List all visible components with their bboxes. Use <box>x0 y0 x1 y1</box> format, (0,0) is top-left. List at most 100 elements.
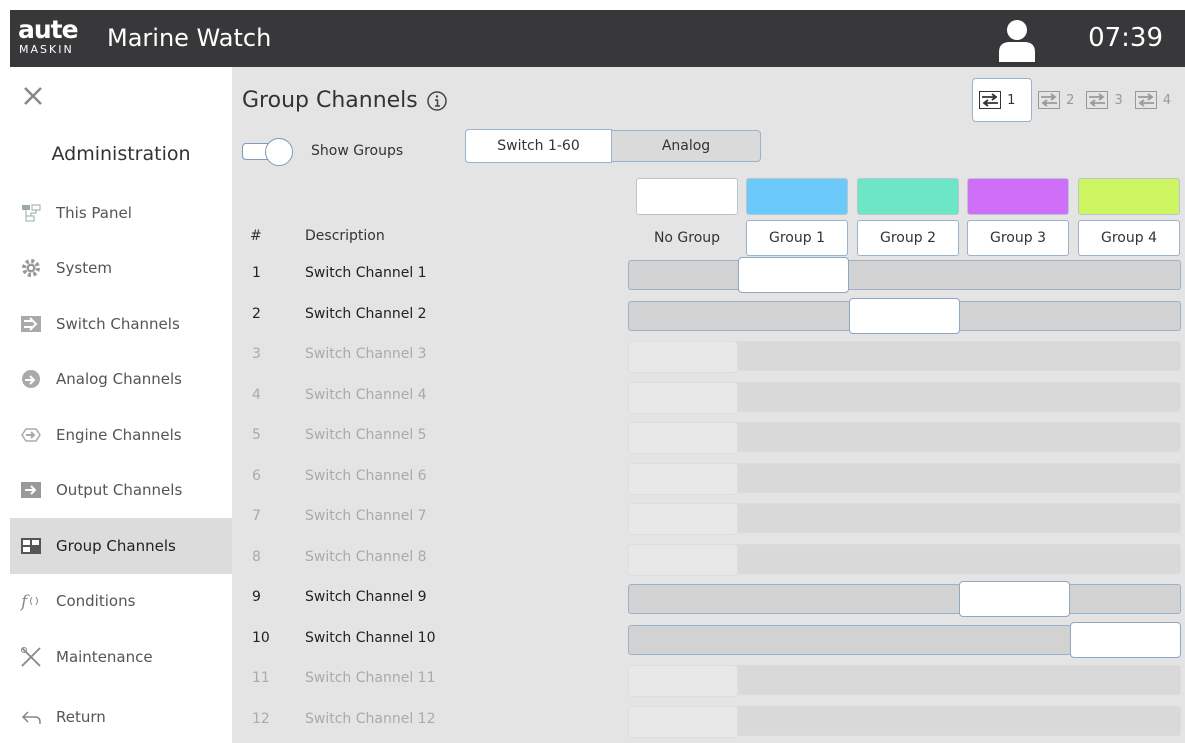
channel-description: Switch Channel 8 <box>305 548 427 565</box>
group-selector-track[interactable] <box>628 543 1181 576</box>
sidebar-item-label: Analog Channels <box>56 370 182 389</box>
group-selector-track[interactable] <box>628 621 1181 658</box>
swap-icon <box>979 91 1002 109</box>
info-icon[interactable] <box>426 90 448 112</box>
group-selector-track[interactable] <box>628 665 1181 697</box>
page-button-1[interactable]: 1 <box>972 78 1033 122</box>
show-groups-toggle[interactable] <box>242 138 294 166</box>
channel-row: 9 Switch Channel 9 <box>232 579 1185 620</box>
sidebar-item-label: Group Channels <box>56 536 176 555</box>
channel-number: 7 <box>252 508 261 524</box>
channel-row: 12 Switch Channel 12 <box>232 701 1185 742</box>
group-selector-handle[interactable] <box>628 462 738 495</box>
group-selector-handle[interactable] <box>959 581 1070 617</box>
sidebar-item-conditions[interactable]: f Conditions <box>10 574 232 630</box>
group-selector-track[interactable] <box>628 297 1181 334</box>
group-color-swatch[interactable] <box>967 178 1069 215</box>
page-title-text: Group Channels <box>242 88 418 113</box>
sidebar-title: Administration <box>51 143 191 165</box>
group-selector-handle[interactable] <box>628 503 738 535</box>
channel-type-tabs: Switch 1-60 Analog <box>465 129 761 163</box>
group-selector-track[interactable] <box>628 257 1181 293</box>
channel-row: 1 Switch Channel 1 <box>232 255 1185 296</box>
sidebar-item-maintenance[interactable]: Maintenance <box>10 629 232 685</box>
function-icon: f <box>20 590 42 612</box>
group-selector-handle[interactable] <box>849 297 960 334</box>
analog-icon <box>20 368 42 390</box>
page-button-2[interactable]: 2 <box>1032 78 1080 122</box>
sidebar-item-output-channels[interactable]: Output Channels <box>10 463 232 519</box>
group-color-swatch[interactable] <box>746 178 848 215</box>
sidebar-item-group-channels[interactable]: Group Channels <box>10 518 232 574</box>
tab-switch[interactable]: Switch 1-60 <box>465 129 612 163</box>
group-label[interactable]: Group 4 <box>1078 220 1180 256</box>
logo-sub: MASKIN <box>19 43 74 56</box>
sidebar-item-this-panel[interactable]: This Panel <box>10 185 232 241</box>
group-selector-track[interactable] <box>628 705 1181 738</box>
group-selector-track[interactable] <box>628 381 1181 414</box>
panel-icon <box>20 202 42 224</box>
group-selector-track[interactable] <box>628 462 1181 495</box>
group-selector-handle[interactable] <box>1070 621 1181 658</box>
group-selector-track[interactable] <box>628 341 1181 373</box>
logo-main: aute <box>18 15 79 44</box>
user-icon[interactable] <box>998 18 1036 62</box>
return-button[interactable]: Return <box>10 697 232 737</box>
sidebar-item-analog-channels[interactable]: Analog Channels <box>10 352 232 408</box>
close-icon[interactable] <box>22 85 44 107</box>
toggle-knob <box>265 138 293 166</box>
group-color-swatch[interactable] <box>636 178 738 215</box>
return-icon <box>20 706 42 728</box>
channel-row: 4 Switch Channel 4 <box>232 377 1185 418</box>
group-selector-handle[interactable] <box>628 381 738 414</box>
page-number: 4 <box>1162 92 1171 108</box>
main-panel: Group Channels 1 2 3 4 Show Groups Switc… <box>232 67 1185 743</box>
page-number: 3 <box>1114 92 1123 108</box>
group-selector-handle[interactable] <box>628 543 738 576</box>
channel-number: 12 <box>252 710 270 727</box>
page-number: 1 <box>1007 92 1016 108</box>
switch-icon <box>20 313 42 335</box>
group-selector-track[interactable] <box>628 503 1181 535</box>
group-selector-track[interactable] <box>628 581 1181 617</box>
channel-number: 2 <box>252 305 261 322</box>
column-header-description: Description <box>305 228 385 244</box>
channel-number: 10 <box>252 629 270 646</box>
group-selector-track[interactable] <box>628 422 1181 454</box>
group-label[interactable]: Group 2 <box>857 220 959 256</box>
clock: 07:39 <box>1088 23 1163 53</box>
group-label[interactable]: Group 1 <box>746 220 848 256</box>
sidebar-item-switch-channels[interactable]: Switch Channels <box>10 296 232 352</box>
channel-number: 11 <box>252 670 270 686</box>
group-color-swatch[interactable] <box>1078 178 1180 215</box>
channel-row: 11 Switch Channel 11 <box>232 660 1185 701</box>
auto-maskin-logo: aute MASKIN <box>18 16 100 60</box>
group-selector-handle[interactable] <box>738 257 849 293</box>
channel-row: 8 Switch Channel 8 <box>232 539 1185 580</box>
group-selector-handle[interactable] <box>628 705 738 738</box>
app-title: Marine Watch <box>107 24 272 52</box>
sidebar-item-label: Maintenance <box>56 647 153 666</box>
page-button-3[interactable]: 3 <box>1080 78 1128 122</box>
output-icon <box>20 479 42 501</box>
group-selector-handle[interactable] <box>628 422 738 454</box>
gear-icon <box>20 257 42 279</box>
channel-number: 1 <box>252 265 261 281</box>
channel-row: 6 Switch Channel 6 <box>232 458 1185 499</box>
group-selector-handle[interactable] <box>628 665 738 697</box>
tab-analog[interactable]: Analog <box>612 130 761 162</box>
channel-number: 9 <box>252 589 261 605</box>
sidebar-item-system[interactable]: System <box>10 241 232 297</box>
sidebar-item-engine-channels[interactable]: Engine Channels <box>10 407 232 463</box>
top-bar: aute MASKIN Marine Watch 07:39 <box>10 10 1185 67</box>
page-button-4[interactable]: 4 <box>1129 78 1177 122</box>
group-label[interactable]: Group 3 <box>967 220 1069 256</box>
channel-number: 3 <box>252 346 261 362</box>
channel-row: 3 Switch Channel 3 <box>232 336 1185 377</box>
channel-row: 5 Switch Channel 5 <box>232 417 1185 458</box>
group-color-swatch[interactable] <box>857 178 959 215</box>
show-groups-label: Show Groups <box>311 143 404 159</box>
sidebar-nav: This Panel System Switch Channels Analog… <box>10 185 232 685</box>
group-selector-handle[interactable] <box>628 341 738 373</box>
channel-description: Switch Channel 2 <box>305 305 427 322</box>
